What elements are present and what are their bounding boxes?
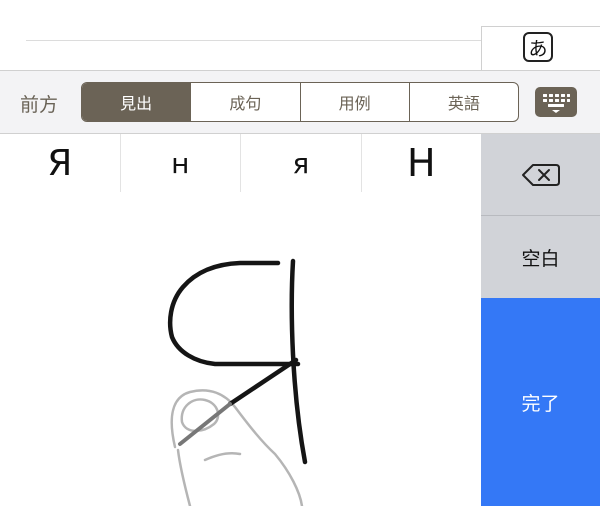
finger-outline	[170, 389, 304, 508]
stroke-diagonal	[227, 357, 299, 407]
search-scope-segmented-control: 見出 成句 用例 英語	[81, 82, 519, 122]
keyboard-toggle-button[interactable]	[535, 87, 577, 117]
finger-outline	[176, 448, 192, 508]
keyboard-icon	[543, 94, 570, 113]
action-sidebar: 空白 完了	[481, 134, 600, 506]
finger-crease	[203, 452, 242, 462]
tab-phrase[interactable]: 成句	[190, 83, 299, 121]
tab-example[interactable]: 用例	[299, 83, 409, 121]
kana-input-button[interactable]: あ	[523, 32, 553, 62]
candidate-item[interactable]: я	[240, 134, 361, 192]
search-toolbar: 前方 見出 成句 用例 英語	[0, 70, 600, 134]
tab-english[interactable]: 英語	[408, 83, 518, 121]
backspace-icon	[522, 164, 560, 186]
delete-button[interactable]	[481, 134, 600, 216]
search-underline	[26, 40, 481, 41]
candidate-bar: Я н я Н	[0, 134, 481, 193]
input-mode-panel: あ	[481, 26, 600, 71]
handwriting-canvas[interactable]	[0, 192, 481, 508]
stroke-loop	[167, 260, 301, 367]
done-button[interactable]: 完了	[481, 298, 600, 506]
stroke-diagonal-tail	[178, 402, 232, 446]
candidate-item[interactable]: Н	[360, 134, 482, 192]
search-field-area: あ	[0, 0, 600, 71]
candidate-item[interactable]: Я	[0, 134, 120, 192]
space-button[interactable]: 空白	[481, 216, 600, 298]
prefix-search-label[interactable]: 前方	[20, 90, 58, 117]
handwriting-strokes	[167, 258, 308, 508]
candidate-item[interactable]: н	[119, 134, 241, 192]
tab-headword[interactable]: 見出	[82, 83, 191, 121]
